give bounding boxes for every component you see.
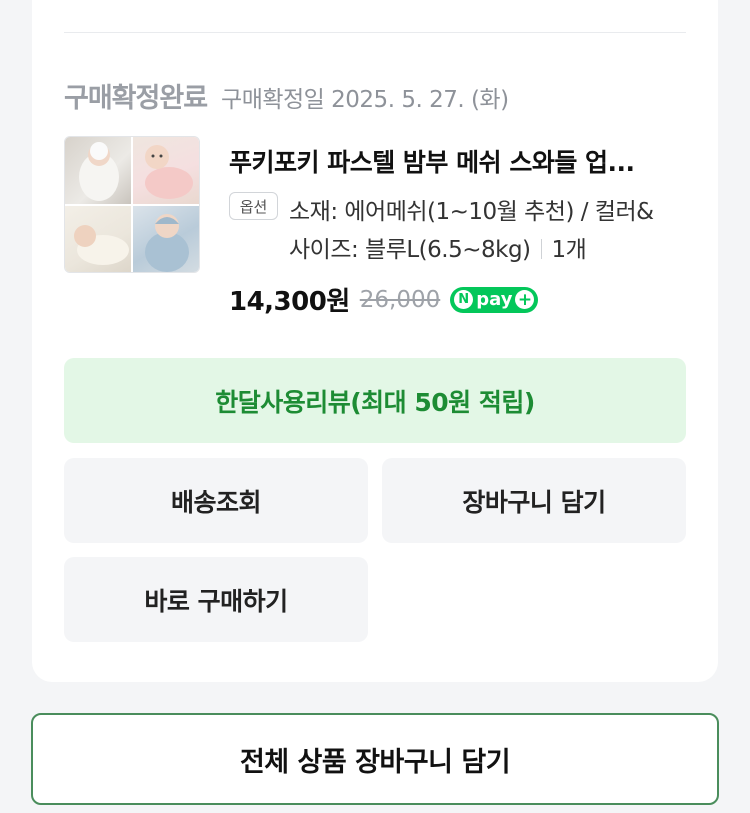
npay-plus-badge: N pay + [450,286,539,313]
product-title[interactable]: 푸키포키 파스텔 밤부 메쉬 스와들 업... [229,143,684,179]
baby-photo-1 [65,137,131,204]
track-shipping-button[interactable]: 배송조회 [64,458,368,543]
order-status-title: 구매확정완료 [64,83,208,114]
npay-n-icon: N [454,290,474,309]
quantity: 1개 [551,237,587,263]
option-line-2: 사이즈: 블루L(6.5~8kg) 1개 [289,231,689,269]
divider [64,32,686,33]
add-to-cart-button[interactable]: 장바구니 담기 [382,458,686,543]
npay-label: pay [476,289,513,310]
product-thumbnail[interactable] [64,136,200,273]
option-line-1: 소재: 에어메쉬(1~10월 추천) / 컬러& [289,199,654,225]
baby-photo-4 [133,205,199,272]
order-confirm-date: 구매확정일 2025. 5. 27. (화) [221,87,509,113]
original-price: 26,000 [359,286,441,313]
add-all-to-cart-button[interactable]: 전체 상품 장바구니 담기 [31,713,719,805]
sale-price: 14,300원 [229,287,350,317]
buy-now-button[interactable]: 바로 구매하기 [64,557,368,642]
plus-icon: + [515,290,535,309]
price-row: 14,300원 26,000 N pay + [229,281,539,318]
monthly-review-button[interactable]: 한달사용리뷰(최대 50원 적립) [64,358,686,443]
baby-photo-2 [133,137,199,204]
option-badge: 옵션 [229,192,278,220]
option-size: 사이즈: 블루L(6.5~8kg) [289,237,531,263]
quantity-separator [540,239,542,259]
product-options: 소재: 에어메쉬(1~10월 추천) / 컬러& 사이즈: 블루L(6.5~8k… [289,193,689,269]
baby-photo-3 [65,205,131,272]
order-status-row: 구매확정완료 구매확정일 2025. 5. 27. (화) [64,76,509,115]
